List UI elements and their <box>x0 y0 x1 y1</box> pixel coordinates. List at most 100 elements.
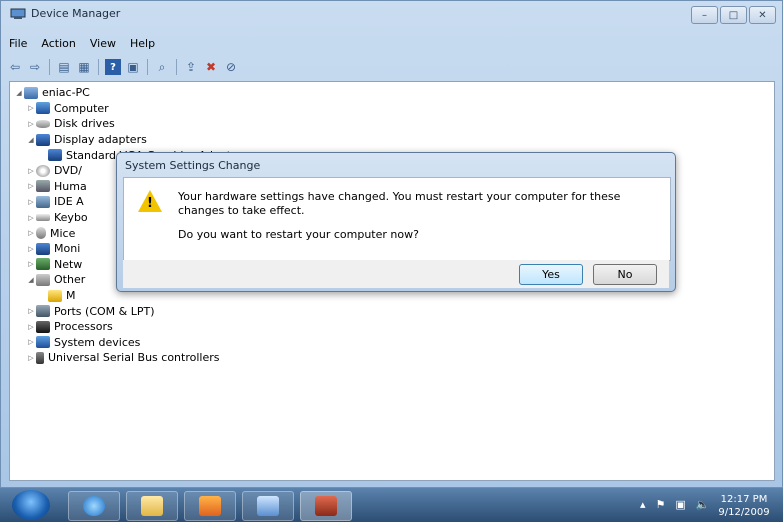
forward-icon[interactable]: ⇨ <box>27 59 43 75</box>
warning-exclamation-icon: ! <box>147 196 153 211</box>
tree-item-system-devices[interactable]: ▷ System devices <box>14 335 242 351</box>
expand-arrow-icon[interactable]: ▷ <box>26 229 36 237</box>
clock[interactable]: 12:17 PM 9/12/2009 <box>714 493 774 519</box>
toolbox-icon <box>315 496 337 516</box>
show-hidden-icons-icon[interactable]: ▴ <box>640 498 646 511</box>
windows-explorer-button[interactable] <box>126 491 178 521</box>
dialog-message: Your hardware settings have changed. You… <box>178 190 621 217</box>
close-icon: ✕ <box>758 9 767 21</box>
expand-arrow-icon[interactable]: ▷ <box>26 245 36 253</box>
expand-arrow-icon[interactable]: ▷ <box>26 182 36 190</box>
dialog-title: System Settings Change <box>125 159 261 172</box>
control-panel-button[interactable] <box>242 491 294 521</box>
caption-buttons: – □ ✕ <box>691 6 776 24</box>
other-devices-icon <box>36 273 50 286</box>
expand-arrow-icon[interactable]: ▷ <box>26 214 36 222</box>
tree-item-label: Other <box>54 273 86 287</box>
dialog-footer: Yes No <box>123 260 669 288</box>
title-bar[interactable]: Device Manager – □ ✕ <box>1 1 782 27</box>
start-orb-icon[interactable] <box>12 490 50 520</box>
control-panel-icon <box>257 496 279 516</box>
minimize-icon: – <box>702 9 707 21</box>
console-icon[interactable]: ▣ <box>125 59 141 75</box>
computer-category-icon <box>36 102 50 115</box>
tree-item-label: Display adapters <box>54 133 147 147</box>
display-adapter-icon <box>48 149 62 162</box>
expand-arrow-icon[interactable]: ▷ <box>26 323 36 331</box>
toolbar-separator <box>176 59 177 75</box>
system-device-icon <box>36 336 50 349</box>
dialog-question: Do you want to restart your computer now… <box>178 228 419 241</box>
folder-icon <box>141 496 163 516</box>
close-button[interactable]: ✕ <box>749 6 776 24</box>
uninstall-icon[interactable]: ⊘ <box>223 59 239 75</box>
tree-item-disk-drives[interactable]: ▷ Disk drives <box>14 116 242 132</box>
tree-item-computer[interactable]: ▷ Computer <box>14 101 242 117</box>
action-center-flag-icon[interactable]: ⚑ <box>656 498 666 511</box>
toolbar-separator <box>49 59 50 75</box>
tree-item-label: IDE A <box>54 195 84 209</box>
internet-explorer-icon <box>83 496 105 516</box>
expand-arrow-icon[interactable]: ▷ <box>26 167 36 175</box>
warning-device-icon <box>48 289 62 302</box>
maximize-icon: □ <box>728 9 739 21</box>
dvd-drive-icon <box>36 164 50 177</box>
system-tray: ▴ ⚑ ▣ 🔈 <box>640 498 710 511</box>
tree-item-label: M <box>66 289 76 303</box>
minimize-button[interactable]: – <box>691 6 718 24</box>
tree-item-label: Disk drives <box>54 117 115 131</box>
clock-date: 9/12/2009 <box>718 507 770 518</box>
back-icon[interactable]: ⇦ <box>7 59 23 75</box>
expand-arrow-icon[interactable]: ▷ <box>26 198 36 206</box>
tree-item-display-adapters[interactable]: ◢ Display adapters <box>14 132 242 148</box>
toolbar-separator <box>147 59 148 75</box>
expand-arrow-icon[interactable]: ▷ <box>26 338 36 346</box>
volume-muted-icon[interactable]: 🔈 <box>696 498 710 511</box>
mouse-icon <box>36 227 46 240</box>
update-driver-icon[interactable]: ⇪ <box>183 59 199 75</box>
network-icon[interactable]: ▣ <box>675 498 685 511</box>
display-adapter-icon <box>36 133 50 146</box>
tree-item-label: Huma <box>54 179 87 193</box>
scan-icon[interactable]: ⌕ <box>154 59 170 75</box>
expand-arrow-icon[interactable]: ▷ <box>26 354 36 362</box>
collapse-arrow-icon[interactable]: ◢ <box>14 89 24 97</box>
disable-icon[interactable]: ✖ <box>203 59 219 75</box>
tree-item-usb[interactable]: ▷ Universal Serial Bus controllers <box>14 350 242 366</box>
tree-item-label: Computer <box>54 101 109 115</box>
toolbar: ⇦ ⇨ ▤ ▦ ? ▣ ⌕ ⇪ ✖ ⊘ <box>7 56 239 78</box>
menu-action[interactable]: Action <box>41 37 75 53</box>
system-settings-change-dialog: System Settings Change ! Your hardware s… <box>116 152 676 292</box>
no-button[interactable]: No <box>593 264 657 285</box>
show-hide-icon[interactable]: ▦ <box>76 59 92 75</box>
device-manager-app-icon <box>10 8 26 20</box>
help-icon[interactable]: ? <box>105 59 121 75</box>
menu-file[interactable]: File <box>9 37 27 53</box>
tree-item-ports[interactable]: ▷ Ports (COM & LPT) <box>14 303 242 319</box>
expand-arrow-icon[interactable]: ▷ <box>26 307 36 315</box>
media-player-button[interactable] <box>184 491 236 521</box>
collapse-arrow-icon[interactable]: ◢ <box>26 276 36 284</box>
expand-arrow-icon[interactable]: ▷ <box>26 260 36 268</box>
network-adapter-icon <box>36 258 50 271</box>
tree-root-label: eniac-PC <box>42 86 90 100</box>
yes-button[interactable]: Yes <box>519 264 583 285</box>
collapse-arrow-icon[interactable]: ◢ <box>26 136 36 144</box>
internet-explorer-button[interactable] <box>68 491 120 521</box>
menu-help[interactable]: Help <box>130 37 155 53</box>
tree-item-processors[interactable]: ▷ Processors <box>14 319 242 335</box>
maximize-button[interactable]: □ <box>720 6 747 24</box>
tree-item-label: Ports (COM & LPT) <box>54 304 155 318</box>
tree-root[interactable]: ◢ eniac-PC <box>14 85 242 101</box>
device-manager-task-button[interactable] <box>300 491 352 521</box>
expand-arrow-icon[interactable]: ▷ <box>26 120 36 128</box>
human-interface-icon <box>36 180 50 193</box>
port-icon <box>36 305 50 318</box>
tree-item-label: Processors <box>54 320 113 334</box>
expand-arrow-icon[interactable]: ▷ <box>26 104 36 112</box>
keyboard-icon <box>36 214 50 222</box>
disk-drive-icon <box>36 119 50 128</box>
properties-icon[interactable]: ▤ <box>56 59 72 75</box>
dialog-body: ! Your hardware settings have changed. Y… <box>123 177 671 261</box>
menu-view[interactable]: View <box>90 37 116 53</box>
